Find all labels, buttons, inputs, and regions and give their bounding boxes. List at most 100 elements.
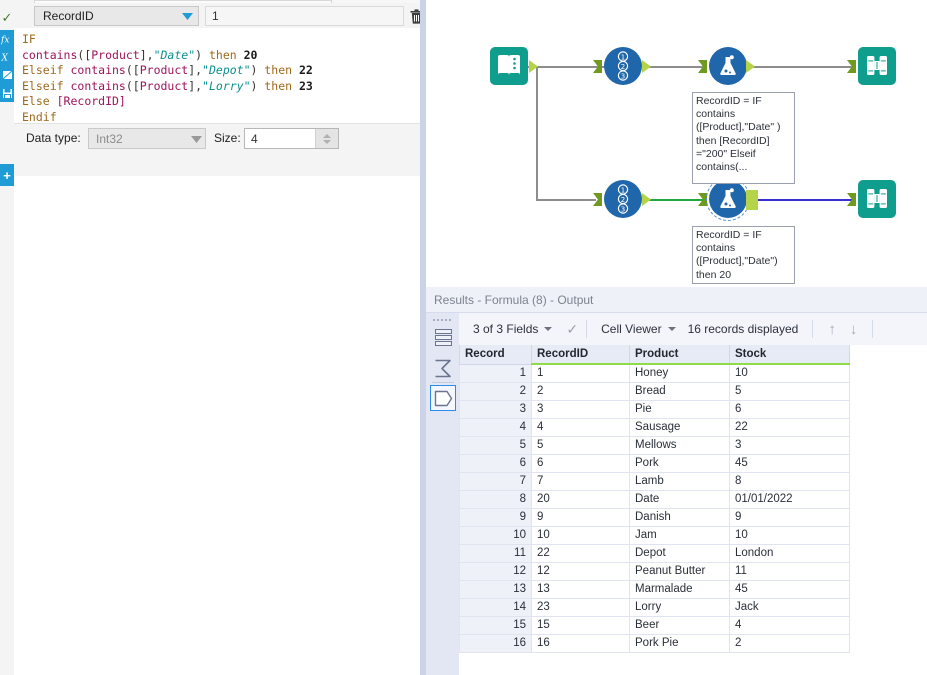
output-field-select[interactable]: RecordID bbox=[34, 6, 199, 26]
table-cell[interactable]: 9 bbox=[531, 507, 630, 527]
table-row[interactable]: 10 10 Jam 10 bbox=[459, 525, 850, 545]
formula1-output-anchor[interactable] bbox=[746, 60, 755, 73]
row-number-cell[interactable]: 16 bbox=[459, 633, 532, 653]
table-cell[interactable]: 4 bbox=[531, 417, 630, 437]
table-cell[interactable]: 12 bbox=[531, 561, 630, 581]
browse-tool-2[interactable] bbox=[858, 180, 896, 218]
table-cell[interactable]: Jam bbox=[629, 525, 730, 545]
table-cell[interactable]: Marmalade bbox=[629, 579, 730, 599]
record-id-tool-1[interactable]: 1 2 3 bbox=[604, 47, 642, 85]
table-cell[interactable]: 8 bbox=[729, 471, 850, 491]
table-row[interactable]: 16 16 Pork Pie 2 bbox=[459, 633, 850, 653]
arrow-down-icon[interactable]: ↓ bbox=[843, 321, 865, 338]
row-number-cell[interactable]: 12 bbox=[459, 561, 532, 581]
rail-grip[interactable] bbox=[433, 317, 453, 323]
row-number-cell[interactable]: 11 bbox=[459, 543, 532, 563]
table-row[interactable]: 12 12 Peanut Butter 11 bbox=[459, 561, 850, 581]
stepper-up-icon[interactable] bbox=[323, 133, 331, 138]
table-cell[interactable]: 45 bbox=[729, 453, 850, 473]
table-row[interactable]: 9 9 Danish 9 bbox=[459, 507, 850, 527]
table-cell[interactable]: 10 bbox=[729, 363, 850, 383]
table-cell[interactable]: 6 bbox=[729, 399, 850, 419]
save-icon[interactable] bbox=[0, 84, 14, 102]
table-cell[interactable]: 2 bbox=[531, 381, 630, 401]
table-row[interactable]: 14 23 Lorry Jack bbox=[459, 597, 850, 617]
table-cell[interactable]: 9 bbox=[729, 507, 850, 527]
table-cell[interactable]: Bread bbox=[629, 381, 730, 401]
table-cell[interactable]: 20 bbox=[531, 489, 630, 509]
table-row[interactable]: 7 7 Lamb 8 bbox=[459, 471, 850, 491]
table-cell[interactable]: 15 bbox=[531, 615, 630, 635]
table-cell[interactable]: Pork bbox=[629, 453, 730, 473]
row-number-cell[interactable]: 4 bbox=[459, 417, 532, 437]
row-number-cell[interactable]: 13 bbox=[459, 579, 532, 599]
table-cell[interactable]: 3 bbox=[531, 399, 630, 419]
table-cell[interactable]: 22 bbox=[531, 543, 630, 563]
xy-icon[interactable]: X bbox=[0, 48, 14, 66]
row-number-cell[interactable]: 2 bbox=[459, 381, 532, 401]
table-cell[interactable]: London bbox=[729, 543, 850, 563]
row-number-cell[interactable]: 5 bbox=[459, 435, 532, 455]
table-cell[interactable]: Honey bbox=[629, 363, 730, 383]
table-cell[interactable]: Mellows bbox=[629, 435, 730, 455]
row-number-cell[interactable]: 14 bbox=[459, 597, 532, 617]
check-icon[interactable]: ✓ bbox=[566, 321, 578, 338]
expression-preview-input[interactable]: 1 bbox=[205, 6, 404, 26]
results-grid[interactable]: Record RecordID Product Stock 1 1 Honey 10 2 2 Br… bbox=[459, 345, 927, 675]
recordid2-output-anchor[interactable] bbox=[642, 193, 651, 206]
row-number-cell[interactable]: 8 bbox=[459, 489, 532, 509]
table-cell[interactable]: Pie bbox=[629, 399, 730, 419]
table-cell[interactable]: 10 bbox=[531, 525, 630, 545]
table-row[interactable]: 3 3 Pie 6 bbox=[459, 399, 850, 419]
table-cell[interactable]: Peanut Butter bbox=[629, 561, 730, 581]
window-icon[interactable] bbox=[0, 66, 14, 84]
row-number-cell[interactable]: 6 bbox=[459, 453, 532, 473]
table-cell[interactable]: Lamb bbox=[629, 471, 730, 491]
table-cell[interactable]: 13 bbox=[531, 579, 630, 599]
data-type-select[interactable]: Int32 bbox=[88, 128, 206, 149]
table-cell[interactable]: Date bbox=[629, 489, 730, 509]
table-cell[interactable]: Danish bbox=[629, 507, 730, 527]
table-cell[interactable]: 1 bbox=[531, 363, 630, 383]
table-cell[interactable]: 4 bbox=[729, 615, 850, 635]
size-field[interactable]: 4 bbox=[244, 128, 339, 149]
table-row[interactable]: 15 15 Beer 4 bbox=[459, 615, 850, 635]
table-row[interactable]: 5 5 Mellows 3 bbox=[459, 435, 850, 455]
record-id-tool-2[interactable]: 1 2 3 bbox=[604, 180, 642, 218]
formula2-output-anchor[interactable] bbox=[746, 190, 758, 210]
fields-selector[interactable]: 3 of 3 Fields bbox=[467, 322, 558, 336]
row-number-cell[interactable]: 3 bbox=[459, 399, 532, 419]
formula-tool-2[interactable] bbox=[706, 177, 750, 221]
table-row[interactable]: 13 13 Marmalade 45 bbox=[459, 579, 850, 599]
row-number-cell[interactable]: 7 bbox=[459, 471, 532, 491]
recordid1-output-anchor[interactable] bbox=[642, 60, 651, 73]
table-cell[interactable]: Jack bbox=[729, 597, 850, 617]
input-data-tool[interactable] bbox=[490, 47, 528, 85]
table-row[interactable]: 4 4 Sausage 22 bbox=[459, 417, 850, 437]
row-number-cell[interactable]: 9 bbox=[459, 507, 532, 527]
workflow-canvas[interactable]: 1 2 3 1 2 3 RecordID = IF contains ([Pro… bbox=[426, 0, 927, 288]
table-cell[interactable]: 01/01/2022 bbox=[729, 489, 850, 509]
row-number-cell[interactable]: 15 bbox=[459, 615, 532, 635]
table-cell[interactable]: 45 bbox=[729, 579, 850, 599]
table-cell[interactable]: 2 bbox=[729, 633, 850, 653]
column-header-record[interactable]: Record bbox=[459, 345, 532, 365]
table-cell[interactable]: 5 bbox=[531, 435, 630, 455]
grid-icon[interactable] bbox=[430, 325, 456, 351]
table-cell[interactable]: Sausage bbox=[629, 417, 730, 437]
table-cell[interactable]: 6 bbox=[531, 453, 630, 473]
table-cell[interactable]: Pork Pie bbox=[629, 633, 730, 653]
plus-icon[interactable]: + bbox=[0, 164, 14, 186]
data-shape-icon[interactable] bbox=[430, 385, 456, 411]
table-cell[interactable]: 7 bbox=[531, 471, 630, 491]
fx-icon[interactable]: fx bbox=[0, 30, 14, 48]
browse-tool-1[interactable] bbox=[858, 47, 896, 85]
table-cell[interactable]: Beer bbox=[629, 615, 730, 635]
formula-expression-editor[interactable]: IF contains([Product],"Date") then 20 Else… bbox=[14, 28, 420, 124]
column-header-recordid[interactable]: RecordID bbox=[531, 345, 630, 365]
row-number-cell[interactable]: 1 bbox=[459, 363, 532, 383]
sigma-icon[interactable] bbox=[430, 355, 456, 381]
row-number-cell[interactable]: 10 bbox=[459, 525, 532, 545]
table-row[interactable]: 8 20 Date 01/01/2022 bbox=[459, 489, 850, 509]
check-icon[interactable]: ✓ bbox=[0, 8, 14, 28]
